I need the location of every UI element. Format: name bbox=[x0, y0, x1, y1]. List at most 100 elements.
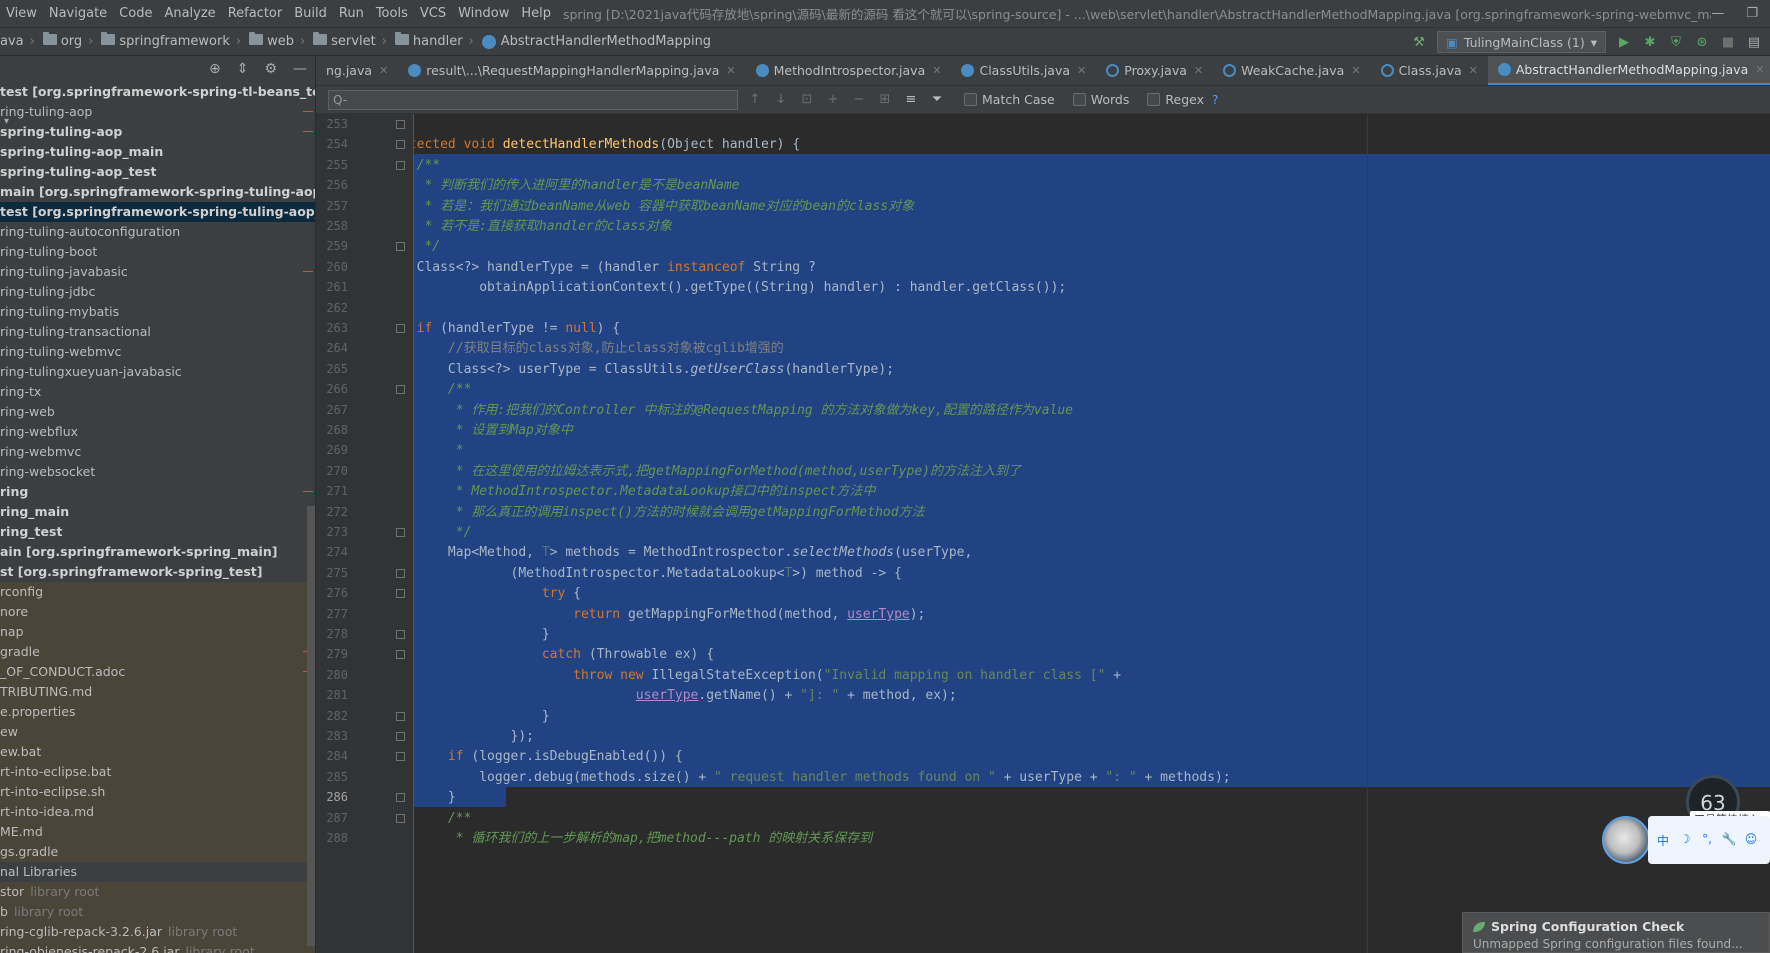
ime-button[interactable]: °, bbox=[1698, 832, 1716, 849]
fold-marker-icon[interactable] bbox=[396, 589, 405, 598]
spring-config-notification[interactable]: Spring Configuration Check Unmapped Spri… bbox=[1462, 912, 1770, 953]
tree-item[interactable]: stor library root bbox=[0, 882, 315, 902]
minimize-icon[interactable]: — bbox=[1711, 6, 1724, 21]
tree-item[interactable]: _OF_CONDUCT.adoc bbox=[0, 662, 315, 682]
tree-item[interactable]: ring_main bbox=[0, 502, 315, 522]
run-config-select[interactable]: ▣ TulingMainClass (1) ▾ bbox=[1437, 31, 1606, 53]
fold-marker-icon[interactable] bbox=[396, 242, 405, 251]
tree-item[interactable]: b library root bbox=[0, 902, 315, 922]
select-all-icon[interactable]: ⊞ bbox=[876, 92, 894, 107]
filter-options-icon[interactable]: ≡ bbox=[902, 92, 920, 107]
fold-marker-icon[interactable] bbox=[396, 161, 405, 170]
menu-item-tools[interactable]: Tools bbox=[370, 0, 414, 28]
tree-item[interactable]: ring-tuling-javabasic bbox=[0, 262, 315, 282]
locate-icon[interactable]: ⊕ bbox=[209, 61, 221, 77]
tree-item[interactable]: ring-tuling-transactional bbox=[0, 322, 315, 342]
tree-item[interactable]: ring-tuling-autoconfiguration bbox=[0, 222, 315, 242]
find-input[interactable]: Q- bbox=[328, 89, 738, 110]
regex-checkbox[interactable]: Regex bbox=[1147, 92, 1204, 107]
restore-icon[interactable]: ❐ bbox=[1746, 6, 1758, 21]
tree-item[interactable]: ring_test bbox=[0, 522, 315, 542]
ime-button[interactable]: 中 bbox=[1654, 832, 1672, 849]
ime-button[interactable]: ☽ bbox=[1676, 832, 1694, 849]
coverage-icon[interactable]: ⛨ bbox=[1668, 34, 1684, 50]
tree-item[interactable]: e.properties bbox=[0, 702, 315, 722]
editor-tab[interactable]: AbstractHandlerMethodMapping.java ✕ bbox=[1487, 56, 1770, 85]
close-icon[interactable]: ✕ bbox=[1755, 63, 1764, 76]
editor-tab[interactable]: ClassUtils.java ✕ bbox=[951, 56, 1096, 85]
menu-item-run[interactable]: Run bbox=[333, 0, 370, 28]
regex-help-link[interactable]: ? bbox=[1212, 93, 1218, 107]
tree-item[interactable]: spring-tuling-aop_test bbox=[0, 162, 315, 182]
menu-item-refactor[interactable]: Refactor bbox=[222, 0, 289, 28]
close-icon[interactable]: ✕ bbox=[1077, 64, 1086, 77]
close-icon[interactable]: ✕ bbox=[932, 64, 941, 77]
editor-tab[interactable]: result\...\RequestMappingHandlerMapping.… bbox=[398, 56, 745, 85]
breadcrumb-item[interactable]: handler bbox=[413, 34, 463, 49]
tree-item[interactable]: st [org.springframework-spring_test] bbox=[0, 562, 315, 582]
ime-button[interactable]: ☺ bbox=[1742, 832, 1760, 849]
fold-marker-icon[interactable] bbox=[396, 569, 405, 578]
fold-marker-icon[interactable] bbox=[396, 528, 405, 537]
collapse-icon[interactable]: ⇕ bbox=[237, 61, 249, 77]
tree-item[interactable]: spring-tuling-aop bbox=[0, 122, 315, 142]
editor-tab[interactable]: Proxy.java ✕ bbox=[1096, 56, 1213, 85]
tree-item[interactable]: ring-tuling-jdbc bbox=[0, 282, 315, 302]
stop-icon[interactable]: ■ bbox=[1720, 34, 1736, 50]
menu-item-code[interactable]: Code bbox=[113, 0, 158, 28]
close-icon[interactable]: ✕ bbox=[1194, 64, 1203, 77]
tree-item[interactable]: gradle bbox=[0, 642, 315, 662]
find-all-icon[interactable]: ⊡ bbox=[798, 92, 816, 107]
fold-marker-icon[interactable] bbox=[396, 120, 405, 129]
project-scrollbar[interactable] bbox=[307, 506, 315, 946]
tree-item[interactable]: rt-into-eclipse.sh bbox=[0, 782, 315, 802]
fold-marker-icon[interactable] bbox=[396, 140, 405, 149]
fold-marker-icon[interactable] bbox=[396, 732, 405, 741]
add-selection-icon[interactable]: + bbox=[824, 92, 842, 107]
fold-marker-icon[interactable] bbox=[396, 712, 405, 721]
run-icon[interactable]: ▶ bbox=[1616, 34, 1632, 50]
tree-item[interactable]: ring-tuling-mybatis bbox=[0, 302, 315, 322]
tree-item[interactable]: ring-webflux bbox=[0, 422, 315, 442]
editor-tab[interactable]: WeakCache.java ✕ bbox=[1213, 56, 1370, 85]
tree-item[interactable]: main [org.springframework-spring-tuling-… bbox=[0, 182, 315, 202]
fold-marker-icon[interactable] bbox=[396, 324, 405, 333]
tree-item[interactable]: ew.bat bbox=[0, 742, 315, 762]
editor-tab[interactable]: MethodIntrospector.java ✕ bbox=[746, 56, 952, 85]
menu-item-build[interactable]: Build bbox=[288, 0, 333, 28]
fold-marker-icon[interactable] bbox=[396, 385, 405, 394]
tree-item[interactable]: ring-tuling-boot bbox=[0, 242, 315, 262]
fold-marker-icon[interactable] bbox=[396, 752, 405, 761]
menu-item-navigate[interactable]: Navigate bbox=[43, 0, 113, 28]
menu-item-vcs[interactable]: VCS bbox=[414, 0, 452, 28]
tree-item[interactable]: ring-objenesis-repack-2.6.jar library roo… bbox=[0, 942, 315, 953]
filter-icon[interactable]: ⏷ bbox=[928, 92, 946, 107]
fold-marker-icon[interactable] bbox=[396, 793, 405, 802]
match-case-checkbox[interactable]: Match Case bbox=[964, 92, 1055, 107]
breadcrumb-item[interactable]: servlet bbox=[331, 34, 376, 49]
words-checkbox[interactable]: Words bbox=[1072, 92, 1129, 107]
breadcrumb-item[interactable]: web bbox=[267, 34, 294, 49]
close-icon[interactable]: ✕ bbox=[1351, 64, 1360, 77]
tree-item[interactable]: ew bbox=[0, 722, 315, 742]
tree-item[interactable]: ring-tuling-webmvc bbox=[0, 342, 315, 362]
menu-item-help[interactable]: Help bbox=[515, 0, 557, 28]
tree-item[interactable]: ring-web bbox=[0, 402, 315, 422]
debug-icon[interactable]: ✱ bbox=[1642, 34, 1658, 50]
menu-item-view[interactable]: View bbox=[0, 0, 43, 28]
breadcrumb-item[interactable]: org bbox=[61, 34, 82, 49]
tree-item[interactable]: nal Libraries bbox=[0, 862, 315, 882]
tree-item[interactable]: rconfig bbox=[0, 582, 315, 602]
tree-item[interactable]: TRIBUTING.md bbox=[0, 682, 315, 702]
hide-icon[interactable]: — bbox=[293, 61, 307, 77]
close-icon[interactable]: ✕ bbox=[1469, 64, 1478, 77]
tree-item[interactable]: ring-webmvc bbox=[0, 442, 315, 462]
fold-marker-icon[interactable] bbox=[396, 630, 405, 639]
menu-item-analyze[interactable]: Analyze bbox=[158, 0, 221, 28]
breadcrumb-root[interactable]: ava bbox=[0, 34, 24, 49]
tree-item[interactable]: gs.gradle bbox=[0, 842, 315, 862]
tree-item[interactable]: test [org.springframework-spring-tl-bean… bbox=[0, 82, 315, 102]
tree-item[interactable]: test [org.springframework-spring-tuling-… bbox=[0, 202, 315, 222]
editor-tab[interactable]: Class.java ✕ bbox=[1371, 56, 1488, 85]
tree-item[interactable]: spring-tuling-aop_main bbox=[0, 142, 315, 162]
